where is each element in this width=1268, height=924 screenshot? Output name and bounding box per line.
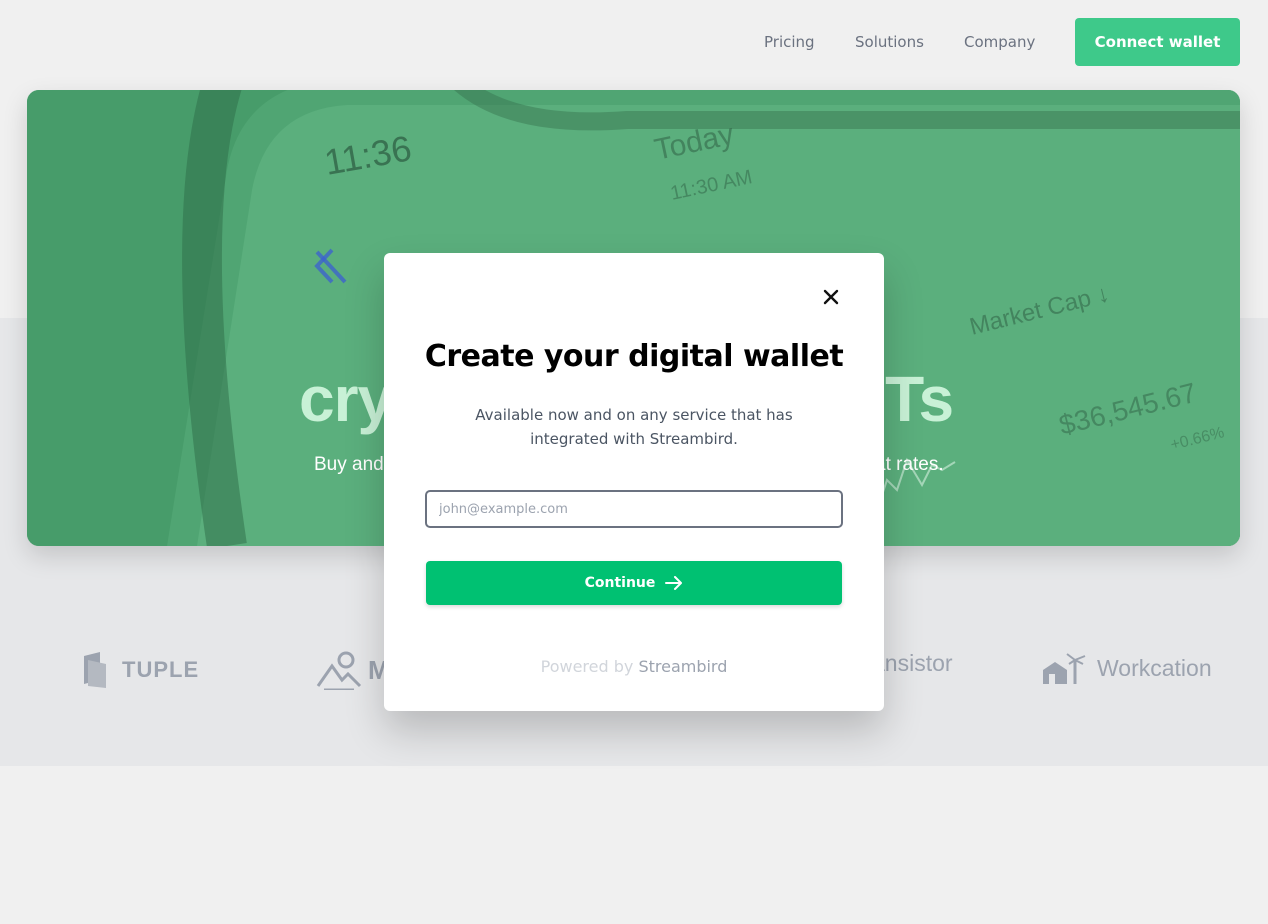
nav-link-solutions[interactable]: Solutions (855, 33, 924, 51)
logo-workcation: Workcation (1041, 650, 1212, 686)
logo-transistor: ansistor (872, 650, 953, 676)
hero-title-line2-left: cry (299, 363, 393, 435)
top-nav: Pricing Solutions Company Connect wallet (0, 0, 1268, 84)
mountains-logo-icon (316, 651, 362, 690)
modal-description: Available now and on any service that ha… (475, 406, 793, 448)
workcation-logo-icon (1043, 653, 1086, 684)
create-wallet-modal: Create your digital wallet Available now… (384, 253, 884, 711)
arrow-right-icon (665, 576, 683, 590)
logo-m: M (316, 650, 390, 690)
hero-subtitle-left: Buy and (314, 454, 384, 475)
tuple-logo-icon (84, 652, 106, 688)
nav-link-pricing[interactable]: Pricing (764, 33, 815, 51)
powered-brand[interactable]: Streambird (638, 657, 727, 676)
logo-tuple: TUPLE (82, 650, 199, 690)
nav-link-company[interactable]: Company (964, 33, 1035, 51)
continue-button[interactable]: Continue (426, 561, 842, 605)
modal-title: Create your digital wallet (424, 339, 844, 374)
connect-wallet-button[interactable]: Connect wallet (1075, 18, 1240, 66)
email-input[interactable] (425, 490, 843, 528)
powered-prefix: Powered by (540, 657, 634, 676)
powered-by: Powered by Streambird (384, 657, 884, 676)
continue-label: Continue (584, 575, 656, 591)
close-icon[interactable] (821, 287, 841, 307)
hero-subtitle-right: at rates. (875, 454, 944, 475)
